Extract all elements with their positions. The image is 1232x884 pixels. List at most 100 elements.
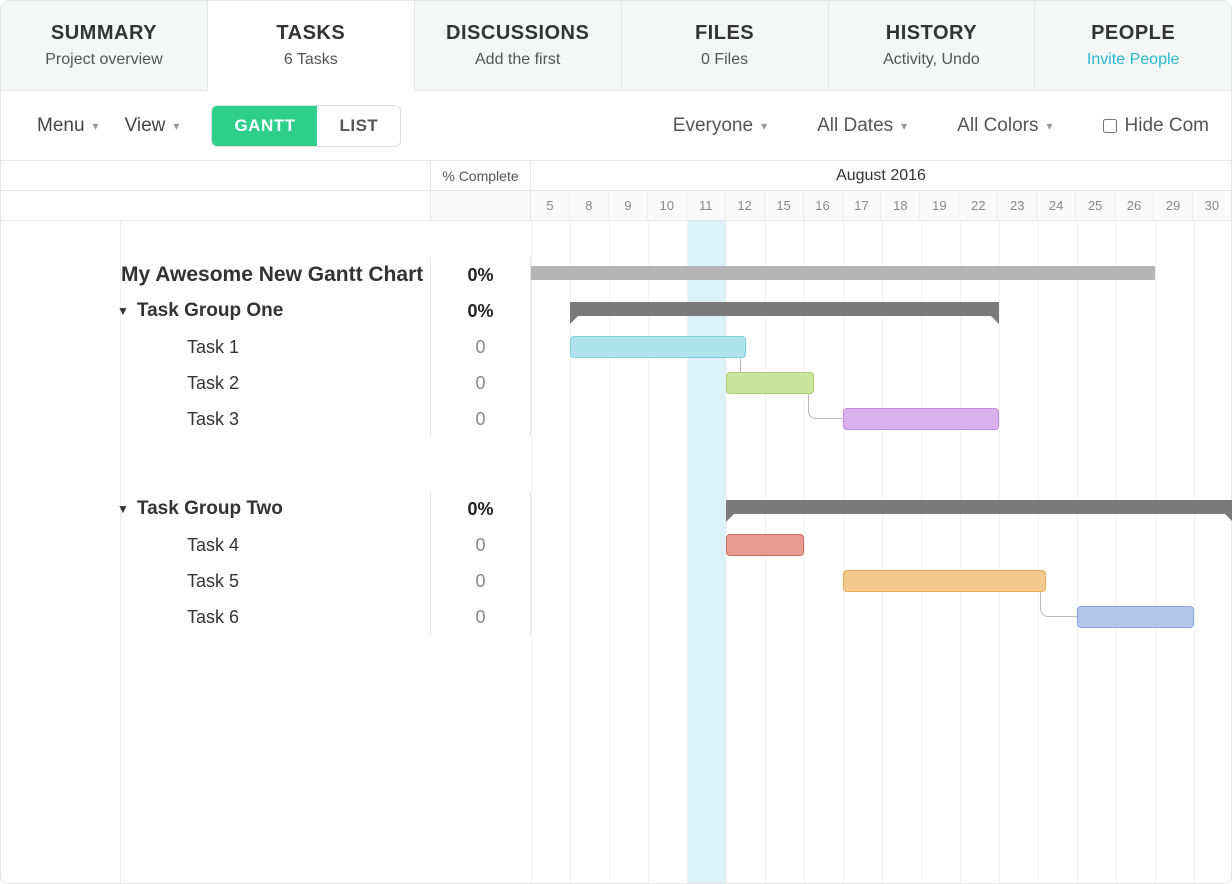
header-left-spacer <box>1 191 431 220</box>
group-row[interactable]: ▼Task Group Two 0% <box>1 491 1231 527</box>
task-bar[interactable] <box>1077 606 1194 628</box>
day-cell: 29 <box>1153 191 1192 220</box>
day-cell: 25 <box>1075 191 1114 220</box>
tab-history[interactable]: HISTORY Activity, Undo <box>829 1 1036 90</box>
cell-chart <box>531 329 1231 365</box>
day-columns: 589101112151617181922232425262930 <box>531 191 1231 220</box>
task-bar[interactable] <box>843 570 1046 592</box>
task-row[interactable]: Task 3 0 <box>1 401 1231 437</box>
group-name: ▼Task Group Two <box>1 491 431 527</box>
task-bar[interactable] <box>726 534 804 556</box>
view-dropdown[interactable]: View ▾ <box>125 115 180 137</box>
filter-label: All Dates <box>817 115 893 137</box>
tab-subtitle: Project overview <box>45 51 162 69</box>
task-name: Task 6 <box>1 599 431 635</box>
tab-subtitle: Invite People <box>1087 51 1180 69</box>
day-cell: 16 <box>803 191 842 220</box>
view-label: View <box>125 115 166 137</box>
day-cell: 12 <box>725 191 764 220</box>
toolbar: Menu ▾ View ▾ GANTT LIST Everyone ▾ All … <box>1 91 1231 161</box>
menu-label: Menu <box>37 115 85 137</box>
group-name: ▼Task Group One <box>1 293 431 329</box>
task-row[interactable]: Task 2 0 <box>1 365 1231 401</box>
dates-filter[interactable]: All Dates ▾ <box>817 115 907 137</box>
task-bar[interactable] <box>570 336 746 358</box>
task-pct: 0 <box>431 329 531 365</box>
cell-chart <box>531 491 1231 527</box>
task-name: Task 4 <box>1 527 431 563</box>
cell-chart <box>531 599 1231 635</box>
task-pct: 0 <box>431 599 531 635</box>
filter-label: Everyone <box>673 115 753 137</box>
tab-subtitle: 0 Files <box>701 51 748 69</box>
project-row[interactable]: My Awesome New Gantt Chart 0% <box>1 257 1231 293</box>
top-tabs: SUMMARY Project overview TASKS 6 Tasks D… <box>1 1 1231 91</box>
gantt-button[interactable]: GANTT <box>212 106 317 146</box>
group-bar[interactable] <box>726 500 1232 514</box>
day-cell: 23 <box>997 191 1036 220</box>
day-cell: 24 <box>1036 191 1075 220</box>
task-bar[interactable] <box>726 372 814 394</box>
task-row[interactable]: Task 4 0 <box>1 527 1231 563</box>
collapse-triangle-icon[interactable]: ▼ <box>117 304 129 318</box>
cell-chart <box>531 527 1231 563</box>
hide-completed-toggle[interactable]: Hide Com <box>1103 115 1209 137</box>
group-row[interactable]: ▼Task Group One 0% <box>1 293 1231 329</box>
tab-subtitle: Activity, Undo <box>883 51 980 69</box>
view-mode-segmented: GANTT LIST <box>211 105 401 147</box>
chevron-down-icon: ▾ <box>93 119 99 133</box>
group-bar[interactable] <box>570 302 999 316</box>
day-cell: 8 <box>569 191 608 220</box>
pct-complete-header: % Complete <box>431 161 531 190</box>
tab-files[interactable]: FILES 0 Files <box>622 1 829 90</box>
cell-chart <box>531 401 1231 437</box>
task-row[interactable]: Task 1 0 <box>1 329 1231 365</box>
header-left-spacer <box>1 161 431 190</box>
cell-chart <box>531 365 1231 401</box>
people-filter[interactable]: Everyone ▾ <box>673 115 767 137</box>
gantt-body: My Awesome New Gantt Chart 0% ▼Task Grou… <box>1 221 1231 883</box>
project-name: My Awesome New Gantt Chart <box>1 257 431 293</box>
tab-subtitle: 6 Tasks <box>284 51 338 69</box>
left-divider <box>120 221 121 883</box>
task-name: Task 2 <box>1 365 431 401</box>
gantt-grid: % Complete August 2016 58910111215161718… <box>1 161 1231 883</box>
header-month-row: % Complete August 2016 <box>1 161 1231 191</box>
hide-completed-label: Hide Com <box>1125 115 1209 137</box>
summary-bar[interactable] <box>531 266 1155 280</box>
cell-chart <box>531 563 1231 599</box>
list-button[interactable]: LIST <box>317 106 400 146</box>
day-cell: 30 <box>1192 191 1231 220</box>
project-pct: 0% <box>431 257 531 293</box>
tab-title: SUMMARY <box>51 22 157 45</box>
header-day-row: 589101112151617181922232425262930 <box>1 191 1231 221</box>
tab-title: PEOPLE <box>1091 22 1175 45</box>
month-label: August 2016 <box>531 161 1231 190</box>
colors-filter[interactable]: All Colors ▾ <box>957 115 1052 137</box>
tab-summary[interactable]: SUMMARY Project overview <box>1 1 208 90</box>
menu-dropdown[interactable]: Menu ▾ <box>37 115 99 137</box>
task-name: Task 5 <box>1 563 431 599</box>
day-cell: 18 <box>880 191 919 220</box>
day-cell: 26 <box>1114 191 1153 220</box>
tab-people[interactable]: PEOPLE Invite People <box>1035 1 1231 90</box>
task-name: Task 3 <box>1 401 431 437</box>
pct-header-spacer <box>431 191 531 220</box>
collapse-triangle-icon[interactable]: ▼ <box>117 502 129 516</box>
task-bar[interactable] <box>843 408 999 430</box>
tab-tasks[interactable]: TASKS 6 Tasks <box>208 1 415 91</box>
cell-chart <box>531 293 1231 329</box>
tab-subtitle: Add the first <box>475 51 560 69</box>
chevron-down-icon: ▾ <box>901 119 907 133</box>
hide-completed-checkbox[interactable] <box>1103 119 1117 133</box>
day-cell: 9 <box>608 191 647 220</box>
task-pct: 0 <box>431 527 531 563</box>
filter-label: All Colors <box>957 115 1038 137</box>
day-cell: 19 <box>919 191 958 220</box>
tab-title: TASKS <box>276 22 345 45</box>
group-pct: 0% <box>431 293 531 329</box>
task-pct: 0 <box>431 401 531 437</box>
tab-title: DISCUSSIONS <box>446 22 589 45</box>
chevron-down-icon: ▾ <box>1046 119 1052 133</box>
tab-discussions[interactable]: DISCUSSIONS Add the first <box>415 1 622 90</box>
